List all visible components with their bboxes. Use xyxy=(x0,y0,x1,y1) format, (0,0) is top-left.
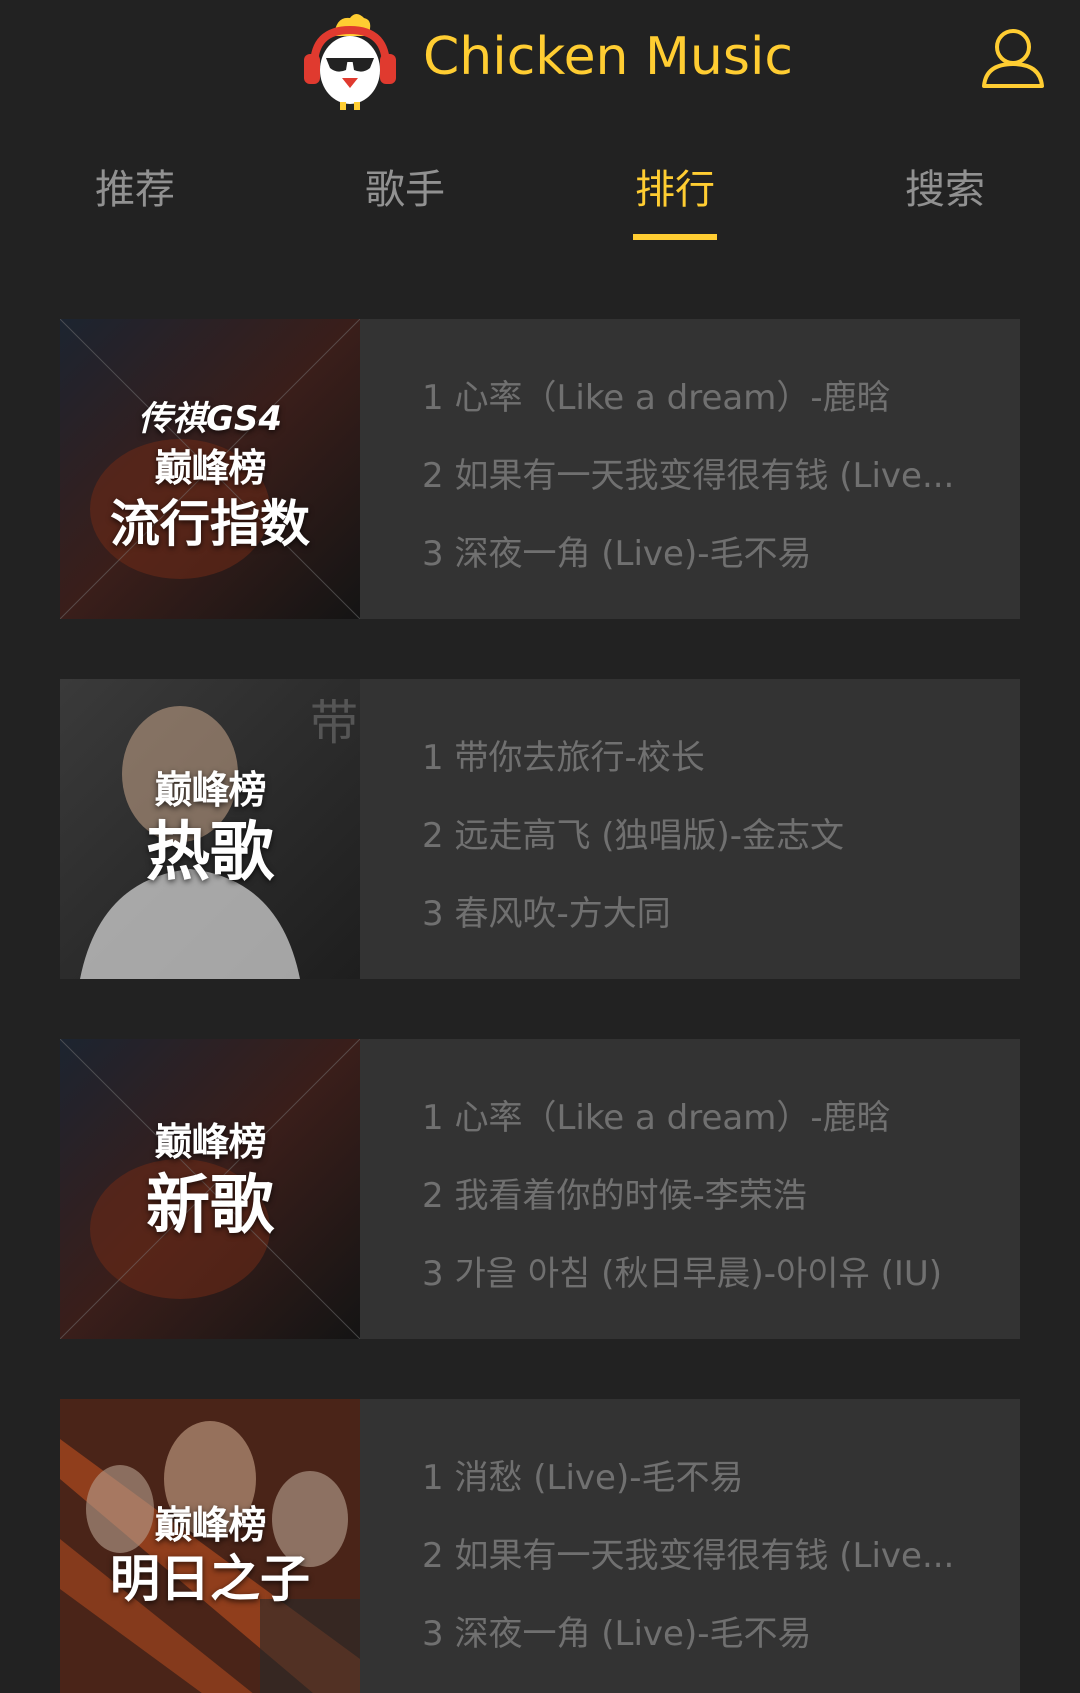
rank-item-new-songs[interactable]: 巅峰榜 新歌 1 心率（Like a dream）-鹿晗 2 我看着你的时候-李… xyxy=(60,1039,1020,1339)
song-item: 2 我看着你的时候-李荣浩 xyxy=(422,1176,807,1216)
song-item: 1 心率（Like a dream）-鹿晗 xyxy=(422,378,891,418)
tab-search[interactable]: 搜索 xyxy=(810,150,1080,250)
song-item: 2 如果有一天我变得很有钱 (Live... xyxy=(422,1536,955,1576)
rank-song-list: 1 心率（Like a dream）-鹿晗 2 我看着你的时候-李荣浩 3 가을… xyxy=(360,1039,1020,1339)
rank-song-list: 1 心率（Like a dream）-鹿晗 2 如果有一天我变得很有钱 (Liv… xyxy=(360,319,1020,619)
tab-label: 推荐 xyxy=(95,167,175,213)
app-root: Chicken Music 推荐 歌手 排行 搜索 传祺GS4 巅峰榜 流行指数… xyxy=(0,0,1080,1693)
rank-item-pop-index[interactable]: 传祺GS4 巅峰榜 流行指数 1 心率（Like a dream）-鹿晗 2 如… xyxy=(60,319,1020,619)
song-item: 3 春风吹-方大同 xyxy=(422,894,671,934)
song-item: 1 心率（Like a dream）-鹿晗 xyxy=(422,1098,891,1138)
tab-bar: 推荐 歌手 排行 搜索 xyxy=(0,150,1080,250)
song-item: 3 가을 아침 (秋日早晨)-아이유 (IU) xyxy=(422,1254,943,1294)
rank-cover-title: 流行指数 xyxy=(110,495,310,553)
song-item: 3 深夜一角 (Live)-毛不易 xyxy=(422,534,812,574)
header: Chicken Music xyxy=(0,0,1080,118)
tab-rank[interactable]: 排行 xyxy=(540,150,810,250)
tab-label: 排行 xyxy=(633,150,717,240)
rank-cover-image: 巅峰榜 新歌 xyxy=(60,1039,360,1339)
song-item: 3 深夜一角 (Live)-毛不易 xyxy=(422,1614,812,1654)
tab-singer[interactable]: 歌手 xyxy=(270,150,540,250)
rank-cover-title: 明日之子 xyxy=(110,1550,310,1608)
rank-item-hot-songs[interactable]: 带 巅峰榜 热歌 1 带你去旅行-校长 2 远走高飞 (独唱版)-金志文 3 春… xyxy=(60,679,1020,979)
svg-text:带: 带 xyxy=(310,695,358,751)
tab-label: 搜索 xyxy=(905,167,985,213)
rank-item-tomorrow-star[interactable]: 巅峰榜 明日之子 1 消愁 (Live)-毛不易 2 如果有一天我变得很有钱 (… xyxy=(60,1399,1020,1693)
user-icon[interactable] xyxy=(980,26,1046,92)
rank-cover-title: 热歌 xyxy=(146,816,274,890)
song-item: 2 远走高飞 (独唱版)-金志文 xyxy=(422,816,845,856)
rank-cover-sponsor: 传祺GS4 xyxy=(137,399,283,439)
rank-song-list: 1 消愁 (Live)-毛不易 2 如果有一天我变得很有钱 (Live... 3… xyxy=(360,1399,1020,1693)
song-item: 2 如果有一天我变得很有钱 (Live... xyxy=(422,456,955,496)
chicken-logo-icon xyxy=(300,8,400,112)
rank-song-list: 1 带你去旅行-校长 2 远走高飞 (独唱版)-金志文 3 春风吹-方大同 xyxy=(360,679,1020,979)
rank-cover-image: 带 巅峰榜 热歌 xyxy=(60,679,360,979)
rank-list: 传祺GS4 巅峰榜 流行指数 1 心率（Like a dream）-鹿晗 2 如… xyxy=(60,319,1020,1693)
song-item: 1 消愁 (Live)-毛不易 xyxy=(422,1458,744,1498)
rank-cover-image: 传祺GS4 巅峰榜 流行指数 xyxy=(60,319,360,619)
tab-label: 歌手 xyxy=(365,167,445,213)
song-item: 1 带你去旅行-校长 xyxy=(422,738,705,778)
tab-recommend[interactable]: 推荐 xyxy=(0,150,270,250)
rank-cover-title: 新歌 xyxy=(146,1169,274,1243)
rank-cover-image: 巅峰榜 明日之子 xyxy=(60,1399,360,1693)
app-title: Chicken Music xyxy=(423,27,793,87)
